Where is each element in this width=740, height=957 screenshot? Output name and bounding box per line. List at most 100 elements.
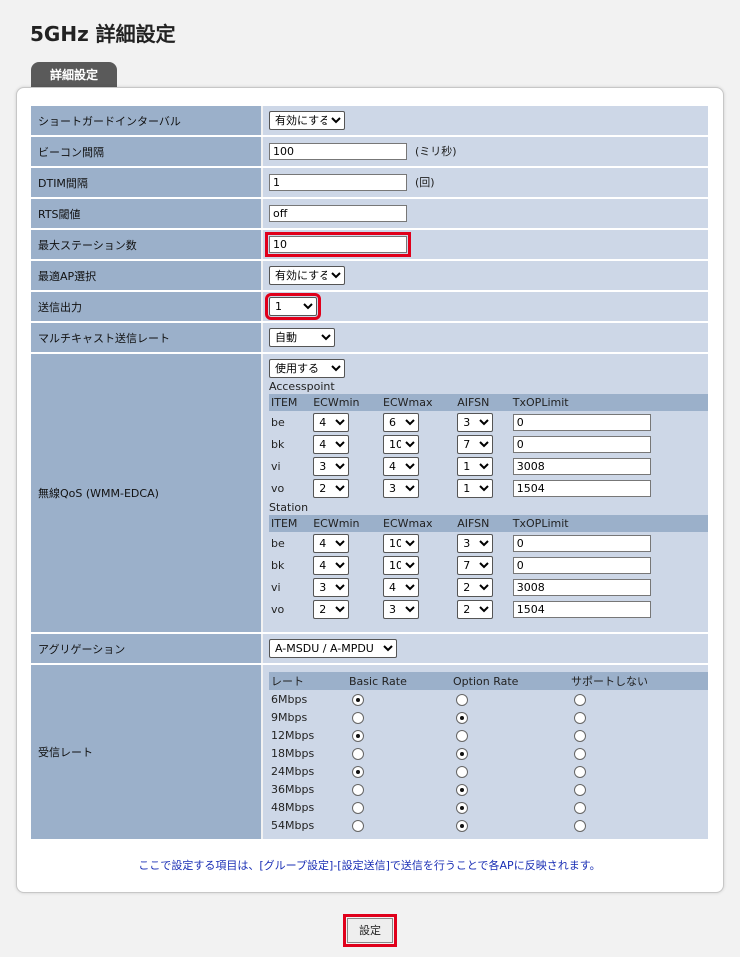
basic-rate-radio[interactable] <box>352 783 364 796</box>
ecwmin-select[interactable]: 4 <box>313 533 350 553</box>
txop-input[interactable] <box>512 413 651 431</box>
qos-header: TxOPLimit <box>510 515 708 532</box>
txop-input[interactable] <box>512 600 651 618</box>
ecwmax-select[interactable]: 4 <box>383 577 419 597</box>
qos-label: 無線QoS (WMM-EDCA) <box>31 354 263 632</box>
none-rate-radio[interactable] <box>574 693 586 706</box>
none-rate-radio[interactable] <box>574 765 586 778</box>
short-gi-select[interactable]: 有効にする <box>269 111 345 130</box>
rts-input[interactable] <box>269 205 407 222</box>
txop-input[interactable] <box>512 534 651 552</box>
aifsn-select[interactable]: 2 <box>457 577 494 597</box>
basic-rate-radio[interactable] <box>352 765 364 778</box>
aifsn-select[interactable]: 3 <box>457 412 494 432</box>
rate-header: サポートしない <box>569 672 708 690</box>
rts-label: RTS閾値 <box>31 199 263 228</box>
aifsn-select[interactable]: 7 <box>457 555 494 575</box>
rate-name: 48Mbps <box>271 800 315 814</box>
row-max-station: 最大ステーション数 <box>31 230 708 259</box>
txop-input[interactable] <box>512 435 651 453</box>
tab-advanced[interactable]: 詳細設定 <box>31 62 117 87</box>
table-row: bk 4 10 7 <box>269 554 708 576</box>
option-rate-radio[interactable] <box>456 783 468 796</box>
aifsn-select[interactable]: 1 <box>457 478 494 498</box>
beacon-input[interactable] <box>269 143 407 160</box>
qos-item: bk <box>271 437 285 451</box>
row-dtim: DTIM間隔 (回) <box>31 168 708 197</box>
txop-input[interactable] <box>512 556 651 574</box>
submit-button[interactable]: 設定 <box>343 914 397 947</box>
ecwmax-select[interactable]: 10 <box>383 434 419 454</box>
qos-item: be <box>271 415 285 429</box>
ecwmin-select[interactable]: 2 <box>313 599 350 619</box>
ecwmax-select[interactable]: 4 <box>383 456 419 476</box>
table-row: 6Mbps <box>269 690 708 708</box>
basic-rate-radio[interactable] <box>352 801 364 814</box>
table-row: 18Mbps <box>269 744 708 762</box>
ecwmax-select[interactable]: 6 <box>383 412 419 432</box>
rate-name: 12Mbps <box>271 728 315 742</box>
none-rate-radio[interactable] <box>574 747 586 760</box>
ecwmin-select[interactable]: 4 <box>313 555 350 575</box>
accesspoint-table: ITEM ECWmin ECWmax AIFSN TxOPLimit be 4 … <box>269 394 708 499</box>
basic-rate-radio[interactable] <box>352 711 364 724</box>
ecwmax-select[interactable]: 3 <box>383 478 419 498</box>
qos-header: ECWmin <box>311 394 381 411</box>
ecwmin-select[interactable]: 3 <box>313 456 350 476</box>
best-ap-select[interactable]: 有効にする <box>269 266 345 285</box>
option-rate-radio[interactable] <box>456 747 468 760</box>
rate-name: 24Mbps <box>271 764 315 778</box>
ecwmin-select[interactable]: 3 <box>313 577 350 597</box>
table-row: 48Mbps <box>269 798 708 816</box>
page-title: 5GHz 詳細設定 <box>30 22 176 46</box>
row-best-ap: 最適AP選択 有効にする <box>31 261 708 290</box>
ecwmax-select[interactable]: 10 <box>383 533 419 553</box>
none-rate-radio[interactable] <box>574 783 586 796</box>
row-tx-power: 送信出力 1 <box>31 292 708 321</box>
table-row: 9Mbps <box>269 708 708 726</box>
rate-name: 6Mbps <box>271 692 308 706</box>
basic-rate-radio[interactable] <box>352 729 364 742</box>
option-rate-radio[interactable] <box>456 693 468 706</box>
ecwmin-select[interactable]: 2 <box>313 478 350 498</box>
rate-table: レート Basic Rate Option Rate サポートしない 6Mbps… <box>269 672 708 834</box>
table-row: bk 4 10 7 <box>269 433 708 455</box>
txop-input[interactable] <box>512 457 651 475</box>
multicast-rate-select[interactable]: 自動 <box>269 328 335 347</box>
option-rate-radio[interactable] <box>456 711 468 724</box>
settings-table: ショートガードインターバル 有効にする ビーコン間隔 (ミリ秒) DTIM間隔 … <box>31 104 708 841</box>
option-rate-radio[interactable] <box>456 765 468 778</box>
table-row: be 4 10 3 <box>269 532 708 554</box>
ecwmin-select[interactable]: 4 <box>313 412 350 432</box>
dtim-input[interactable] <box>269 174 407 191</box>
none-rate-radio[interactable] <box>574 729 586 742</box>
qos-select[interactable]: 使用する <box>269 359 345 378</box>
ecwmin-select[interactable]: 4 <box>313 434 350 454</box>
short-gi-label: ショートガードインターバル <box>31 106 263 135</box>
none-rate-radio[interactable] <box>574 819 586 832</box>
txop-input[interactable] <box>512 578 651 596</box>
aifsn-select[interactable]: 3 <box>457 533 494 553</box>
dtim-label: DTIM間隔 <box>31 168 263 197</box>
ecwmax-select[interactable]: 10 <box>383 555 419 575</box>
none-rate-radio[interactable] <box>574 711 586 724</box>
basic-rate-radio[interactable] <box>352 819 364 832</box>
none-rate-radio[interactable] <box>574 801 586 814</box>
station-table: ITEM ECWmin ECWmax AIFSN TxOPLimit be 4 … <box>269 515 708 620</box>
option-rate-radio[interactable] <box>456 729 468 742</box>
aifsn-select[interactable]: 7 <box>457 434 494 454</box>
tx-power-select[interactable]: 1 <box>265 293 321 320</box>
basic-rate-radio[interactable] <box>352 693 364 706</box>
aifsn-select[interactable]: 2 <box>457 599 494 619</box>
txop-input[interactable] <box>512 479 651 497</box>
station-title: Station <box>269 501 309 514</box>
dtim-unit: (回) <box>415 176 435 189</box>
basic-rate-radio[interactable] <box>352 747 364 760</box>
option-rate-radio[interactable] <box>456 819 468 832</box>
max-station-input[interactable] <box>265 232 411 257</box>
option-rate-radio[interactable] <box>456 801 468 814</box>
qos-header: ECWmax <box>381 394 456 411</box>
aifsn-select[interactable]: 1 <box>457 456 494 476</box>
aggregation-select[interactable]: A-MSDU / A-MPDU <box>269 639 397 658</box>
ecwmax-select[interactable]: 3 <box>383 599 419 619</box>
